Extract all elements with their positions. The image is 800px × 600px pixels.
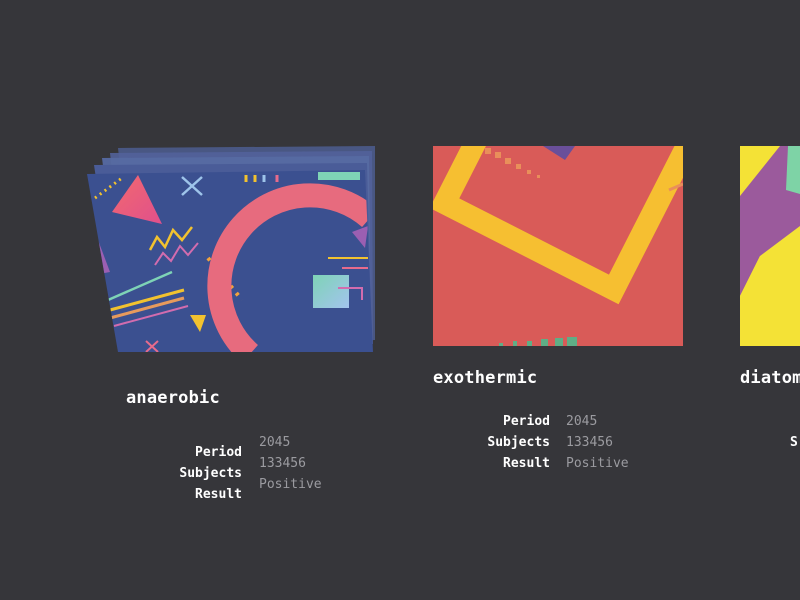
subjects-label-partial: S xyxy=(790,435,798,450)
subjects-value: 133456 xyxy=(259,456,306,471)
period-label: Period xyxy=(503,414,550,429)
subjects-label: Subjects xyxy=(487,435,550,450)
card-title-diatom[interactable]: diatom xyxy=(740,368,800,388)
subjects-value: 133456 xyxy=(566,435,613,450)
card-meta-labels: Period Subjects Result xyxy=(179,442,242,505)
card-title-anaerobic[interactable]: anaerobic xyxy=(126,388,220,408)
card-title-exothermic[interactable]: exothermic xyxy=(433,368,537,388)
period-label: Period xyxy=(195,445,242,460)
subjects-label: Subjects xyxy=(179,466,242,481)
result-value: Positive xyxy=(566,456,629,471)
artwork-image xyxy=(433,146,683,346)
card-exothermic-image[interactable] xyxy=(433,146,683,346)
card-anaerobic-stack[interactable] xyxy=(80,140,390,360)
card-meta-values: 2045 133456 Positive xyxy=(259,432,322,495)
gallery-stage: anaerobic Period Subjects Result 2045 13… xyxy=(0,0,800,600)
card-meta-labels: Period Subjects Result xyxy=(487,411,550,474)
card-meta-values: 2045 133456 Positive xyxy=(566,411,629,474)
result-value: Positive xyxy=(259,477,322,492)
artwork-image xyxy=(740,146,800,346)
period-value: 2045 xyxy=(259,435,291,450)
card-meta-labels: S xyxy=(790,432,798,453)
stacked-artwork-image xyxy=(87,146,375,352)
result-label: Result xyxy=(503,456,550,471)
period-value: 2045 xyxy=(566,414,598,429)
card-diatom-image[interactable] xyxy=(740,146,800,346)
result-label: Result xyxy=(195,487,242,502)
